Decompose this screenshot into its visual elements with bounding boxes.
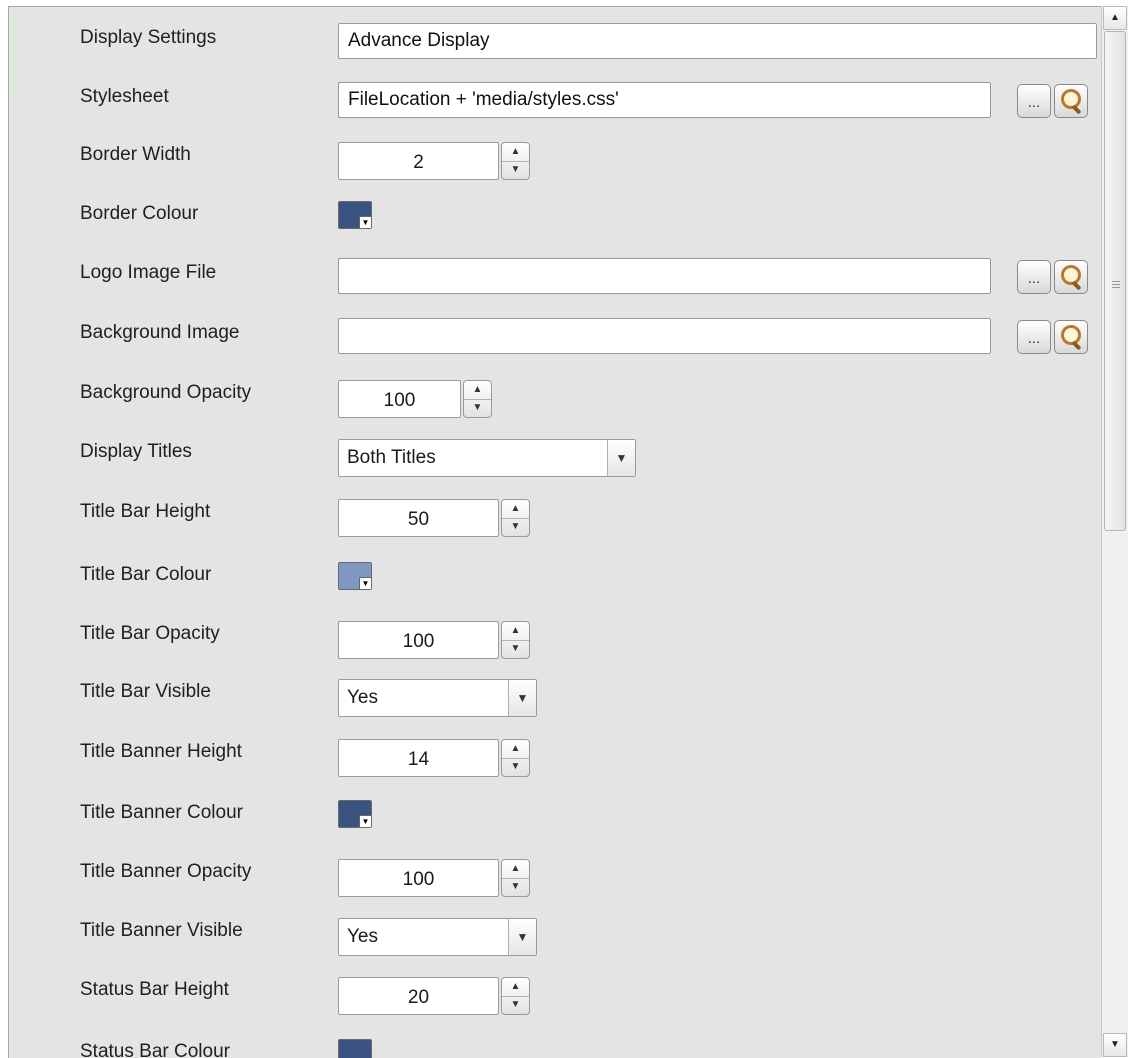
background-image-search-button[interactable]	[1054, 320, 1088, 354]
background-opacity-input[interactable]: 100	[338, 380, 461, 418]
status-bar-height-spinner[interactable]: ▲ ▼	[501, 977, 530, 1015]
title-bar-height-label: Title Bar Height	[80, 501, 211, 522]
title-bar-visible-label: Title Bar Visible	[80, 681, 211, 702]
logo-image-search-button[interactable]	[1054, 260, 1088, 294]
row-display-settings: Display Settings Advance Display	[9, 17, 1101, 67]
border-width-input[interactable]: 2	[338, 142, 499, 180]
status-bar-height-input[interactable]: 20	[338, 977, 499, 1015]
display-titles-value: Both Titles	[347, 447, 436, 468]
row-title-bar-colour: Title Bar Colour ▼	[9, 554, 1101, 604]
background-image-label: Background Image	[80, 322, 240, 343]
title-bar-colour-swatch[interactable]: ▼	[338, 562, 372, 590]
title-banner-height-label: Title Banner Height	[80, 741, 242, 762]
status-bar-colour-label: Status Bar Colour	[80, 1041, 230, 1058]
display-titles-select[interactable]: Both Titles ▼	[338, 439, 636, 477]
title-banner-opacity-label: Title Banner Opacity	[80, 861, 252, 882]
spin-up-icon[interactable]: ▲	[502, 500, 529, 519]
row-title-bar-opacity: Title Bar Opacity 100 ▲ ▼	[9, 613, 1101, 663]
logo-image-browse-button[interactable]: ...	[1017, 260, 1051, 294]
title-banner-opacity-spinner[interactable]: ▲ ▼	[501, 859, 530, 897]
row-title-banner-height: Title Banner Height 14 ▲ ▼	[9, 731, 1101, 781]
title-bar-opacity-label: Title Bar Opacity	[80, 623, 220, 644]
title-banner-visible-select[interactable]: Yes ▼	[338, 918, 537, 956]
row-status-bar-colour: Status Bar Colour	[9, 1031, 1101, 1058]
swatch-dropdown-icon: ▼	[359, 216, 371, 228]
display-titles-label: Display Titles	[80, 441, 192, 462]
background-opacity-label: Background Opacity	[80, 382, 252, 403]
title-bar-opacity-spinner[interactable]: ▲ ▼	[501, 621, 530, 659]
row-title-bar-height: Title Bar Height 50 ▲ ▼	[9, 491, 1101, 541]
spin-up-icon[interactable]: ▲	[464, 381, 491, 400]
spin-up-icon[interactable]: ▲	[502, 143, 529, 162]
spin-up-icon[interactable]: ▲	[502, 978, 529, 997]
swatch-dropdown-icon: ▼	[359, 577, 371, 589]
border-colour-label: Border Colour	[80, 203, 199, 224]
background-image-browse-button[interactable]: ...	[1017, 320, 1051, 354]
border-width-label: Border Width	[80, 144, 191, 165]
row-border-colour: Border Colour ▼	[9, 193, 1101, 243]
title-bar-height-spinner[interactable]: ▲ ▼	[501, 499, 530, 537]
spin-up-icon[interactable]: ▲	[502, 622, 529, 641]
chevron-down-icon[interactable]: ▼	[607, 440, 635, 476]
stylesheet-input[interactable]: FileLocation + 'media/styles.css'	[338, 82, 991, 118]
border-colour-swatch[interactable]: ▼	[338, 201, 372, 229]
spin-down-icon[interactable]: ▼	[502, 758, 529, 776]
row-stylesheet: Stylesheet FileLocation + 'media/styles.…	[9, 76, 1101, 126]
row-background-opacity: Background Opacity 100 ▲ ▼	[9, 372, 1101, 422]
title-bar-visible-value: Yes	[347, 687, 378, 708]
title-banner-colour-swatch[interactable]: ▼	[338, 800, 372, 828]
scrollbar-thumb[interactable]	[1104, 31, 1126, 531]
scroll-up-icon[interactable]: ▲	[1103, 6, 1127, 30]
row-display-titles: Display Titles Both Titles ▼	[9, 431, 1101, 481]
title-bar-opacity-input[interactable]: 100	[338, 621, 499, 659]
spin-down-icon[interactable]: ▼	[502, 518, 529, 536]
title-banner-opacity-input[interactable]: 100	[338, 859, 499, 897]
spin-up-icon[interactable]: ▲	[502, 740, 529, 759]
stylesheet-browse-button[interactable]: ...	[1017, 84, 1051, 118]
spin-down-icon[interactable]: ▼	[464, 399, 491, 417]
title-bar-height-input[interactable]: 50	[338, 499, 499, 537]
spin-up-icon[interactable]: ▲	[502, 860, 529, 879]
background-opacity-spinner[interactable]: ▲ ▼	[463, 380, 492, 418]
display-settings-input[interactable]: Advance Display	[338, 23, 1097, 59]
status-bar-height-label: Status Bar Height	[80, 979, 229, 1000]
row-background-image: Background Image ...	[9, 312, 1101, 362]
title-bar-colour-label: Title Bar Colour	[80, 564, 212, 585]
title-banner-visible-label: Title Banner Visible	[80, 920, 243, 941]
logo-image-file-label: Logo Image File	[80, 262, 217, 283]
row-title-banner-opacity: Title Banner Opacity 100 ▲ ▼	[9, 851, 1101, 901]
grip-icon	[1112, 281, 1120, 288]
border-width-spinner[interactable]: ▲ ▼	[501, 142, 530, 180]
logo-image-file-input[interactable]	[338, 258, 991, 294]
properties-panel: Display Settings Advance Display Stylesh…	[8, 6, 1101, 1058]
title-banner-visible-value: Yes	[347, 926, 378, 947]
background-image-input[interactable]	[338, 318, 991, 354]
title-bar-visible-select[interactable]: Yes ▼	[338, 679, 537, 717]
row-title-banner-visible: Title Banner Visible Yes ▼	[9, 910, 1101, 960]
title-banner-colour-label: Title Banner Colour	[80, 802, 243, 823]
row-status-bar-height: Status Bar Height 20 ▲ ▼	[9, 969, 1101, 1019]
row-title-banner-colour: Title Banner Colour ▼	[9, 792, 1101, 842]
status-bar-colour-swatch[interactable]	[338, 1039, 372, 1058]
chevron-down-icon[interactable]: ▼	[508, 919, 536, 955]
stylesheet-label: Stylesheet	[80, 86, 169, 107]
spin-down-icon[interactable]: ▼	[502, 161, 529, 179]
scroll-down-icon[interactable]: ▼	[1103, 1033, 1127, 1057]
swatch-dropdown-icon: ▼	[359, 815, 371, 827]
spin-down-icon[interactable]: ▼	[502, 878, 529, 896]
spin-down-icon[interactable]: ▼	[502, 996, 529, 1014]
row-logo-image-file: Logo Image File ...	[9, 252, 1101, 302]
row-border-width: Border Width 2 ▲ ▼	[9, 134, 1101, 184]
display-settings-label: Display Settings	[80, 27, 217, 48]
vertical-scrollbar[interactable]: ▲ ▼	[1101, 6, 1128, 1057]
chevron-down-icon[interactable]: ▼	[508, 680, 536, 716]
row-title-bar-visible: Title Bar Visible Yes ▼	[9, 671, 1101, 721]
spin-down-icon[interactable]: ▼	[502, 640, 529, 658]
title-banner-height-spinner[interactable]: ▲ ▼	[501, 739, 530, 777]
title-banner-height-input[interactable]: 14	[338, 739, 499, 777]
stylesheet-search-button[interactable]	[1054, 84, 1088, 118]
